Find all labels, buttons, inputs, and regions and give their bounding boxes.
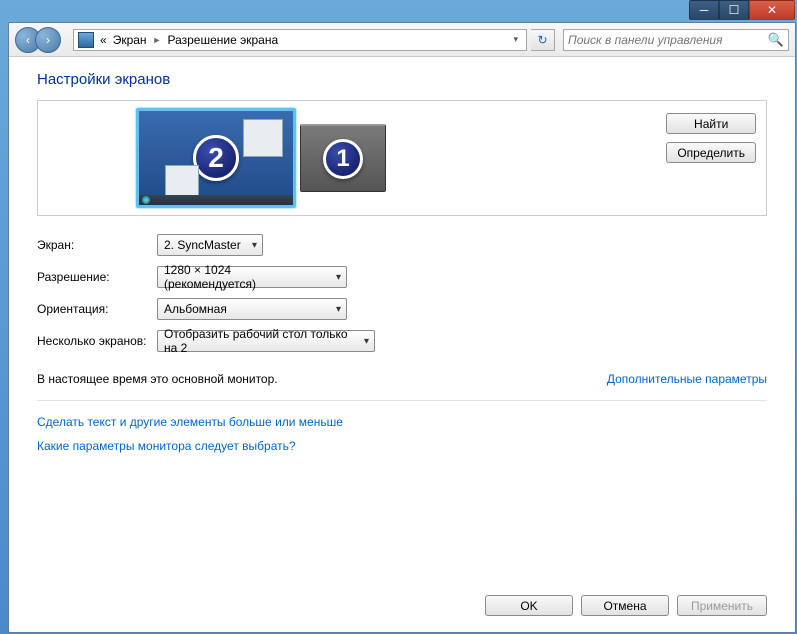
preview-taskbar: [139, 195, 293, 205]
apply-button[interactable]: Применить: [677, 595, 767, 616]
refresh-icon: ↻: [537, 33, 547, 47]
nav-arrows: ‹ ›: [15, 27, 61, 53]
ok-button[interactable]: OK: [485, 595, 573, 616]
multiple-displays-select[interactable]: Отобразить рабочий стол только на 2: [157, 330, 375, 352]
orientation-select[interactable]: Альбомная: [157, 298, 347, 320]
info-row: В настоящее время это основной монитор. …: [37, 372, 767, 401]
address-bar[interactable]: « Экран ► Разрешение экрана ▾: [73, 29, 527, 51]
main-monitor-text: В настоящее время это основной монитор.: [37, 372, 278, 386]
minimize-button[interactable]: ─: [689, 0, 719, 20]
resolution-label: Разрешение:: [37, 270, 157, 284]
monitor-group: 2 1: [136, 108, 386, 208]
monitor-preview: 2 1 Найти Определить: [37, 100, 767, 216]
address-icon: [78, 32, 94, 48]
maximize-button[interactable]: ☐: [719, 0, 749, 20]
display-select[interactable]: 2. SyncMaster: [157, 234, 263, 256]
monitor-number: 2: [193, 135, 239, 181]
close-button[interactable]: ✕: [749, 0, 795, 20]
breadcrumb-screen[interactable]: Экран: [113, 33, 147, 47]
address-dropdown-icon[interactable]: ▾: [509, 34, 522, 45]
display-label: Экран:: [37, 238, 157, 252]
maximize-icon: ☐: [729, 3, 740, 17]
nav-bar: ‹ › « Экран ► Разрешение экрана ▾ ↻ 🔍: [9, 23, 795, 57]
cancel-button[interactable]: Отмена: [581, 595, 669, 616]
refresh-button[interactable]: ↻: [531, 29, 555, 51]
back-icon: ‹: [26, 33, 30, 47]
identify-label: Определить: [677, 146, 745, 160]
minimize-icon: ─: [700, 3, 709, 17]
breadcrumb-sep-icon: ►: [153, 35, 162, 45]
preview-buttons: Найти Определить: [666, 113, 756, 163]
help-links: Сделать текст и другие элементы больше и…: [37, 415, 767, 453]
content: Настройки экранов 2 1 Найти Определить: [9, 57, 795, 632]
forward-icon: ›: [46, 33, 50, 47]
preview-window-icon: [243, 119, 283, 157]
resolution-value: 1280 × 1024 (рекомендуется): [164, 263, 326, 291]
titlebar: ─ ☐ ✕: [0, 0, 797, 22]
apply-label: Применить: [691, 599, 753, 613]
resolution-select[interactable]: 1280 × 1024 (рекомендуется): [157, 266, 347, 288]
preview-start-icon: [142, 196, 150, 204]
multiple-displays-value: Отобразить рабочий стол только на 2: [164, 327, 354, 355]
multiple-displays-label: Несколько экранов:: [37, 334, 157, 348]
forward-button[interactable]: ›: [35, 27, 61, 53]
monitor-number: 1: [323, 139, 363, 179]
preview-window-icon: [165, 165, 199, 199]
breadcrumb-resolution[interactable]: Разрешение экрана: [167, 33, 278, 47]
window: ‹ › « Экран ► Разрешение экрана ▾ ↻ 🔍 На…: [8, 22, 796, 633]
display-value: 2. SyncMaster: [164, 238, 241, 252]
which-settings-link[interactable]: Какие параметры монитора следует выбрать…: [37, 439, 767, 453]
page-title: Настройки экранов: [37, 71, 767, 88]
search-icon[interactable]: 🔍: [768, 32, 784, 48]
orientation-label: Ориентация:: [37, 302, 157, 316]
close-icon: ✕: [767, 3, 777, 17]
window-controls: ─ ☐ ✕: [689, 0, 795, 20]
settings-form: Экран: 2. SyncMaster Разрешение: 1280 × …: [37, 234, 767, 352]
identify-button[interactable]: Определить: [666, 142, 756, 163]
advanced-settings-link[interactable]: Дополнительные параметры: [607, 372, 767, 386]
search-box[interactable]: 🔍: [563, 29, 789, 51]
find-button[interactable]: Найти: [666, 113, 756, 134]
ok-label: OK: [520, 599, 537, 613]
find-label: Найти: [694, 117, 728, 131]
breadcrumb-prefix: «: [100, 33, 107, 47]
action-bar: OK Отмена Применить: [485, 595, 767, 616]
cancel-label: Отмена: [603, 599, 646, 613]
text-size-link[interactable]: Сделать текст и другие элементы больше и…: [37, 415, 767, 429]
orientation-value: Альбомная: [164, 302, 227, 316]
monitor-2[interactable]: 2: [136, 108, 296, 208]
monitor-1[interactable]: 1: [300, 124, 386, 192]
search-input[interactable]: [568, 33, 768, 47]
